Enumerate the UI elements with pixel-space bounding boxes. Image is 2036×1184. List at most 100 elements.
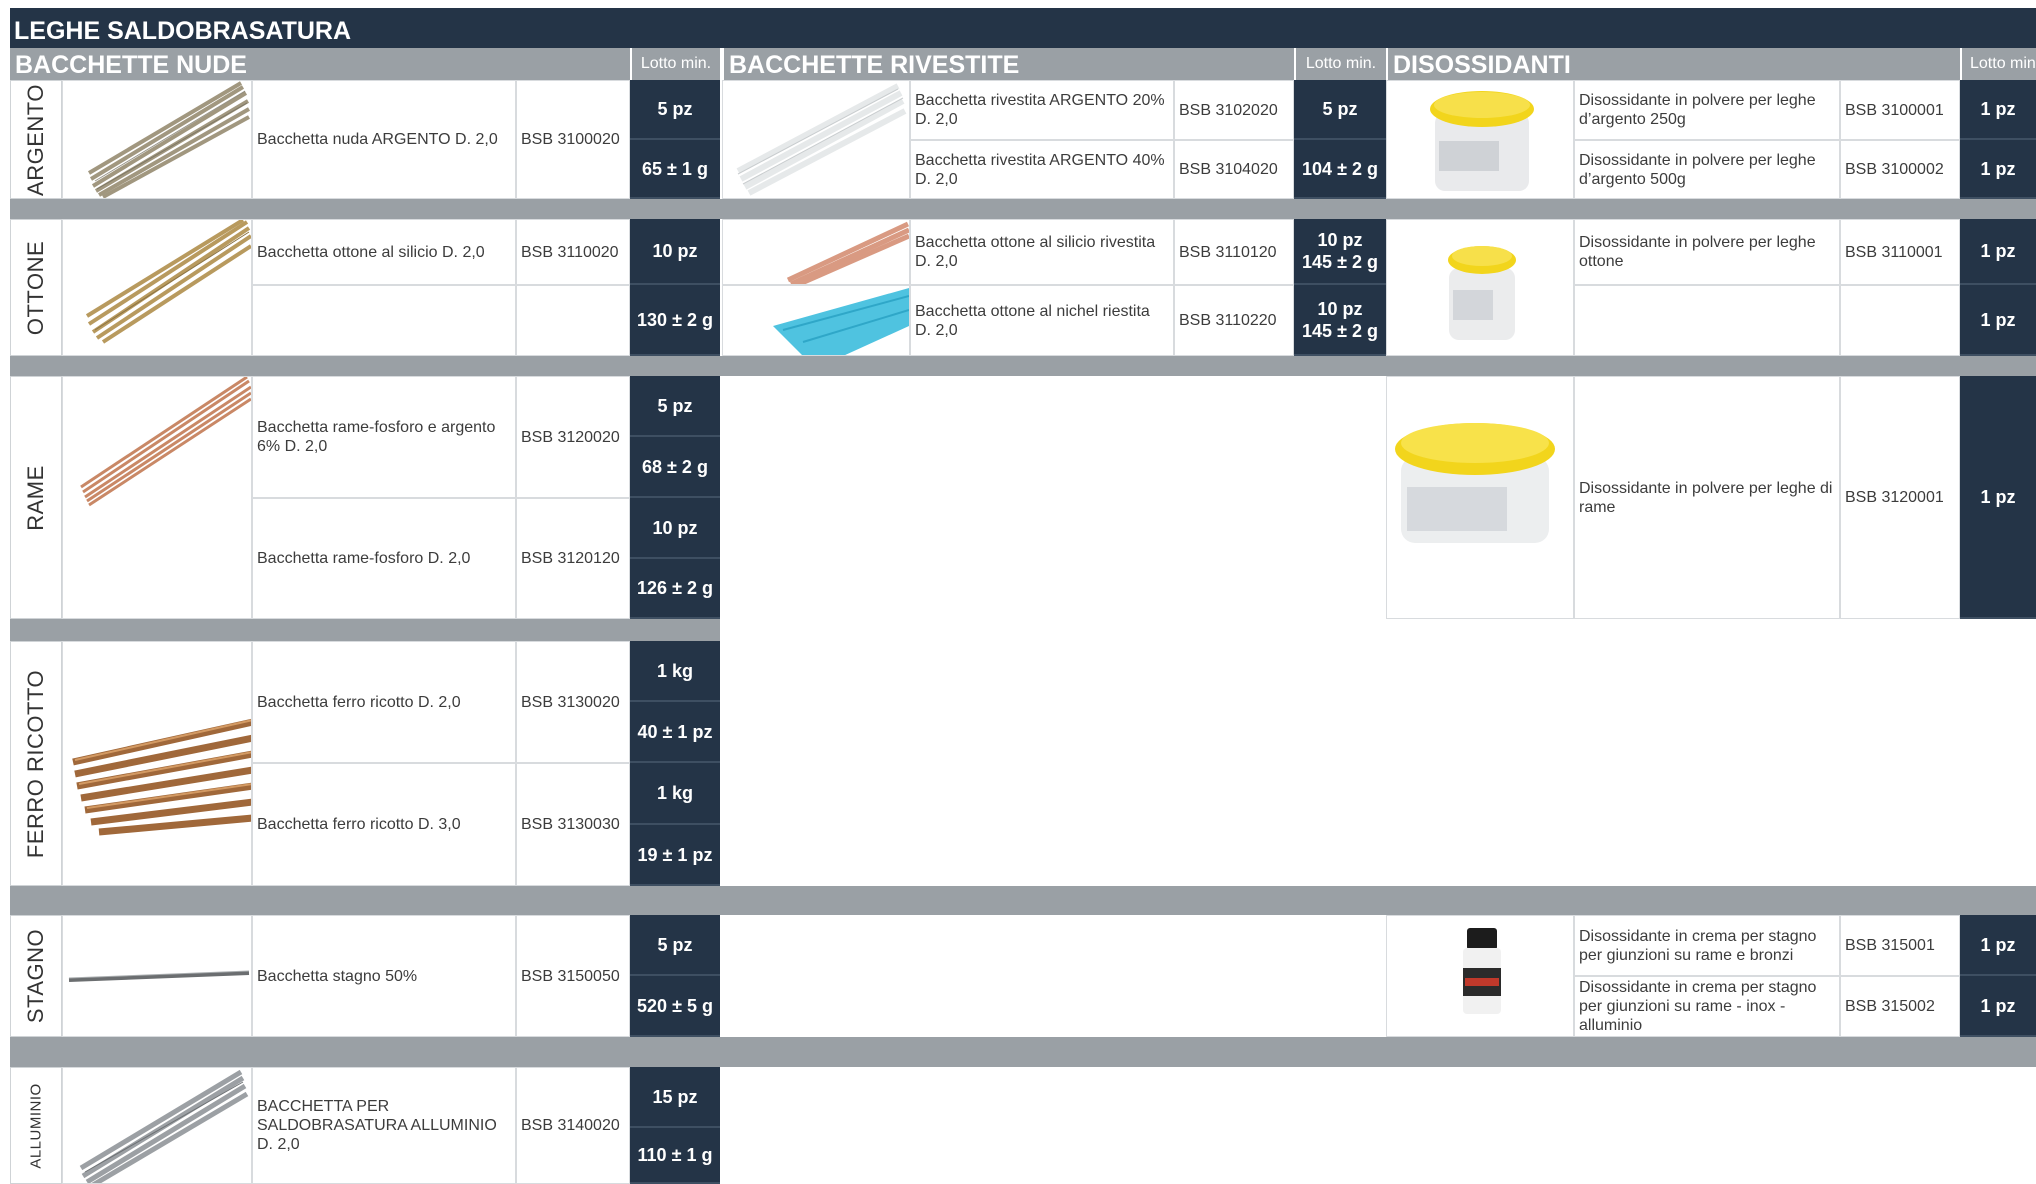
product-desc: Disossidante in polvere per leghe di ram…	[1574, 376, 1840, 619]
category-alluminio: ALLUMINIO	[10, 1067, 62, 1184]
lotto-header-rivestite: Lotto min.	[1294, 48, 1386, 80]
lotto-value: 10 pz	[630, 219, 720, 285]
product-image-argento	[62, 80, 252, 199]
product-image-rivestita-ottone	[722, 219, 910, 285]
lotto-value: 5 pz	[630, 80, 720, 140]
product-image-disossidante-stagno	[1386, 915, 1574, 1037]
lotto-value: 130 ± 2 g	[630, 285, 720, 356]
product-code: BSB 3110120	[1174, 219, 1294, 285]
product-code: BSB 3130030	[516, 763, 630, 886]
category-label: ALLUMINIO	[27, 1082, 45, 1169]
section-nude-header: BACCHETTE NUDE	[10, 48, 630, 80]
product-code: BSB 3100001	[1840, 80, 1960, 140]
product-code: BSB 315002	[1840, 976, 1960, 1037]
category-ferro-ricotto: FERRO RICOTTO	[10, 641, 62, 886]
lotto-value: 5 pz	[630, 915, 720, 976]
product-desc: Bacchetta nuda ARGENTO D. 2,0	[252, 80, 516, 199]
lotto-value: 19 ± 1 pz	[630, 825, 720, 886]
lotto-value-group: 10 pz 145 ± 2 g	[1294, 285, 1386, 356]
category-stagno: STAGNO	[10, 915, 62, 1037]
empty-cell	[1840, 285, 1960, 356]
lotto-value: 10 pz	[1317, 298, 1363, 319]
product-image-alluminio	[62, 1067, 252, 1184]
lotto-value: 126 ± 2 g	[630, 559, 720, 619]
product-image-rame	[62, 376, 252, 619]
lotto-value: 65 ± 1 g	[630, 140, 720, 199]
product-desc: Disossidante in polvere per leghe d’arge…	[1574, 140, 1840, 199]
category-rame: RAME	[10, 376, 62, 619]
separator-band	[10, 356, 2036, 376]
product-image-disossidante-ottone	[1386, 219, 1574, 356]
product-code: BSB 315001	[1840, 915, 1960, 976]
empty-cell	[252, 285, 516, 356]
empty-cell	[516, 285, 630, 356]
product-image-stagno	[62, 915, 252, 1037]
product-image-disossidante-rame	[1386, 376, 1574, 619]
lotto-header-nude: Lotto min.	[630, 48, 720, 80]
product-image-rivestita-nichel	[722, 285, 910, 356]
product-desc: Bacchetta ottone al silicio D. 2,0	[252, 219, 516, 285]
product-desc: Bacchetta ferro ricotto D. 2,0	[252, 641, 516, 763]
product-desc: Bacchetta rame-fosforo D. 2,0	[252, 498, 516, 619]
product-image-ferro-ricotto	[62, 641, 252, 886]
lotto-header-disossidanti: Lotto min	[1960, 48, 2036, 80]
product-code: BSB 3130020	[516, 641, 630, 763]
lotto-value: 145 ± 2 g	[1302, 320, 1378, 341]
lotto-value: 1 pz	[1960, 976, 2036, 1037]
lotto-value: 5 pz	[1294, 80, 1386, 140]
product-desc: Bacchetta stagno 50%	[252, 915, 516, 1037]
section-disossidanti-header: DISOSSIDANTI	[1386, 48, 1960, 80]
product-image-disossidante-argento	[1386, 80, 1574, 199]
lotto-value: 110 ± 1 g	[630, 1128, 720, 1184]
separator-band	[10, 619, 720, 641]
product-desc: Disossidante in polvere per leghe ottone	[1574, 219, 1840, 285]
lotto-value: 1 pz	[1960, 80, 2036, 140]
category-label: FERRO RICOTTO	[23, 669, 48, 858]
category-label: ARGENTO	[23, 83, 48, 196]
lotto-value: 68 ± 2 g	[630, 437, 720, 498]
product-desc: Bacchetta ottone al silicio rivestita D.…	[910, 219, 1174, 285]
product-desc: Bacchetta rivestita ARGENTO 20% D. 2,0	[910, 80, 1174, 140]
separator-band	[10, 199, 2036, 219]
product-code: BSB 3120020	[516, 376, 630, 498]
separator-band	[10, 886, 2036, 915]
lotto-value: 40 ± 1 pz	[630, 702, 720, 763]
category-argento: ARGENTO	[10, 80, 62, 199]
product-code: BSB 3104020	[1174, 140, 1294, 199]
category-label: STAGNO	[23, 928, 48, 1024]
product-desc: Bacchetta ottone al nichel riestita D. 2…	[910, 285, 1174, 356]
product-desc: Bacchetta rivestita ARGENTO 40% D. 2,0	[910, 140, 1174, 199]
product-desc: Bacchetta rame-fosforo e argento 6% D. 2…	[252, 376, 516, 498]
section-rivestite-header: BACCHETTE RIVESTITE	[722, 48, 1294, 80]
product-image-ottone	[62, 219, 252, 356]
category-label: RAME	[23, 464, 48, 531]
product-code: BSB 3120120	[516, 498, 630, 619]
lotto-value: 15 pz	[630, 1067, 720, 1128]
lotto-value: 520 ± 5 g	[630, 976, 720, 1037]
product-image-rivestita-argento	[722, 80, 910, 199]
category-label: OTTONE	[23, 240, 48, 335]
lotto-value: 1 pz	[1960, 140, 2036, 199]
product-code: BSB 3110001	[1840, 219, 1960, 285]
lotto-value: 145 ± 2 g	[1302, 252, 1378, 272]
product-desc: Bacchetta ferro ricotto D. 3,0	[252, 763, 516, 886]
separator-band	[10, 1037, 2036, 1067]
lotto-value: 1 pz	[1960, 376, 2036, 619]
empty-cell	[1574, 285, 1840, 356]
lotto-value: 104 ± 2 g	[1294, 140, 1386, 199]
lotto-value: 1 pz	[1960, 915, 2036, 976]
lotto-value: 1 kg	[630, 763, 720, 825]
lotto-value: 1 pz	[1960, 285, 2036, 356]
product-code: BSB 3150050	[516, 915, 630, 1037]
product-code: BSB 3102020	[1174, 80, 1294, 140]
lotto-value: 5 pz	[630, 376, 720, 437]
product-code: BSB 3110020	[516, 219, 630, 285]
product-code: BSB 3100002	[1840, 140, 1960, 199]
product-desc: BACCHETTA PER SALDOBRASATURA ALLUMINIO D…	[252, 1067, 516, 1184]
lotto-value: 1 kg	[630, 641, 720, 702]
page-title: LEGHE SALDOBRASATURA	[14, 17, 352, 45]
product-code: BSB 3110220	[1174, 285, 1294, 356]
product-code: BSB 3100020	[516, 80, 630, 199]
lotto-value: 10 pz	[1317, 230, 1363, 250]
product-desc: Disossidante in crema per stagno per giu…	[1574, 976, 1840, 1037]
